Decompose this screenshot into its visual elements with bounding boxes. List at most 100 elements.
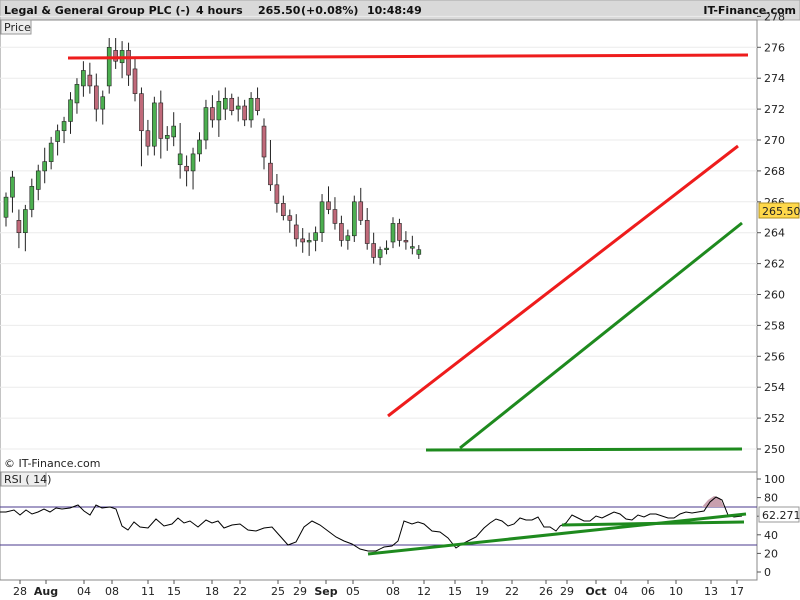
x-tick-label: 11	[141, 585, 155, 598]
x-tick-label: 22	[233, 585, 247, 598]
candle-bull	[384, 247, 389, 250]
rsi-tick-label: 100	[764, 473, 785, 486]
candle-bull	[3, 196, 9, 218]
candle-bull	[42, 161, 48, 172]
price-tick-label: 274	[764, 72, 785, 85]
candle-bull	[29, 186, 35, 210]
price-tick-label: 272	[764, 103, 785, 116]
x-tick-label: 08	[105, 585, 119, 598]
x-tick-label: Sep	[314, 585, 337, 598]
x-tick-label: 28	[13, 585, 27, 598]
header-change: (+0.08%)	[301, 4, 358, 17]
candle-bull	[313, 232, 318, 241]
candle-bear	[403, 240, 409, 243]
candle-bear	[364, 220, 370, 244]
candle-bull	[351, 201, 357, 237]
candle-bear	[274, 184, 280, 204]
rsi-tick-label: 20	[764, 547, 778, 560]
candle-bear	[94, 85, 99, 110]
price-tick-label: 252	[764, 412, 785, 425]
header-time: 10:48:49	[367, 4, 422, 17]
price-panel: 2502522542562582602622642662682702722742…	[0, 10, 800, 473]
candle-bull	[345, 235, 351, 241]
price-tick-label: 276	[764, 41, 785, 54]
x-tick-label: 15	[167, 585, 181, 598]
rsi-panel-label: RSI ( 14)	[4, 473, 51, 486]
candle-bull	[203, 107, 209, 141]
x-tick-label: 15	[448, 585, 462, 598]
candle-bear	[397, 223, 402, 241]
x-tick-label: 10	[669, 585, 683, 598]
candle-bull	[248, 97, 254, 121]
candle-bull	[197, 139, 202, 155]
last-price-tag: 265.50	[758, 202, 800, 219]
candle-bull	[152, 102, 157, 147]
candle-bear	[16, 220, 22, 233]
chart-header: Legal & General Group PLC (-) 4 hours 26…	[0, 0, 800, 21]
candle-bull	[81, 70, 86, 87]
x-tick-label: 29	[293, 585, 307, 598]
price-tick-label: 260	[764, 289, 785, 302]
candle-bear	[229, 97, 235, 111]
x-tick-label: 06	[641, 585, 655, 598]
x-tick-label: 29	[560, 585, 574, 598]
candle-bear	[287, 215, 293, 221]
candle-bear	[293, 224, 299, 240]
candle-bull	[35, 170, 41, 190]
candle-bear	[358, 201, 364, 221]
x-tick-label: 12	[417, 585, 431, 598]
candle-bear	[261, 125, 267, 158]
rsi-value-tag: 62.271	[758, 506, 800, 523]
x-tick-label: 22	[505, 585, 519, 598]
price-tick-label: 270	[764, 134, 785, 147]
x-tick-label: 25	[271, 585, 285, 598]
candle-bear	[87, 74, 93, 87]
candle-bull	[10, 176, 15, 198]
candle-bull	[416, 249, 422, 255]
candle-bull	[74, 84, 80, 104]
candle-bear	[326, 201, 331, 210]
rsi-last-value: 62.271	[762, 509, 800, 522]
candle-bull	[55, 130, 60, 142]
candle-bull	[177, 153, 183, 166]
instrument-name: Legal & General Group PLC (-)	[4, 4, 190, 17]
candle-bull	[68, 99, 73, 122]
x-tick-label: 04	[77, 585, 91, 598]
candle-bear	[339, 223, 344, 241]
candle-bull	[235, 105, 241, 110]
candle-bull	[106, 46, 112, 87]
candle-bear	[242, 105, 247, 121]
x-tick-label: 08	[386, 585, 400, 598]
price-tick-label: 258	[764, 319, 785, 332]
candle-bear	[158, 102, 164, 139]
last-price-value: 265.50	[762, 205, 800, 218]
candle-bear	[332, 209, 338, 224]
candle-bull	[100, 96, 106, 110]
candle-bear	[132, 68, 138, 94]
candle-bear	[210, 107, 215, 121]
candle-bear	[145, 130, 151, 147]
x-tick-label: 13	[704, 585, 718, 598]
candle-bull	[61, 121, 67, 132]
chart-root: Legal & General Group PLC (-) 4 hours 26…	[0, 0, 800, 600]
price-tick-label: 250	[764, 443, 785, 456]
price-panel-label: Price	[4, 21, 31, 34]
candle-bull	[223, 97, 228, 110]
x-tick-label: 18	[205, 585, 219, 598]
x-tick-label: 04	[614, 585, 628, 598]
candle-bull	[390, 223, 396, 243]
price-tick-label: 254	[764, 381, 785, 394]
rsi-tick-label: 80	[764, 492, 778, 505]
candle-bull	[48, 142, 54, 162]
price-tick-label: 278	[764, 10, 785, 23]
rsi-tick-label: 0	[764, 566, 771, 579]
candle-bear	[281, 203, 286, 217]
price-tick-label: 262	[764, 258, 785, 271]
candle-bull	[377, 249, 383, 258]
watermark: © IT-Finance.com	[4, 457, 101, 470]
x-tick-label: Aug	[34, 585, 58, 598]
timeframe: 4 hours	[196, 4, 243, 17]
candle-bull	[23, 209, 28, 233]
candle-bear	[139, 93, 144, 132]
price-tick-label: 264	[764, 227, 785, 240]
